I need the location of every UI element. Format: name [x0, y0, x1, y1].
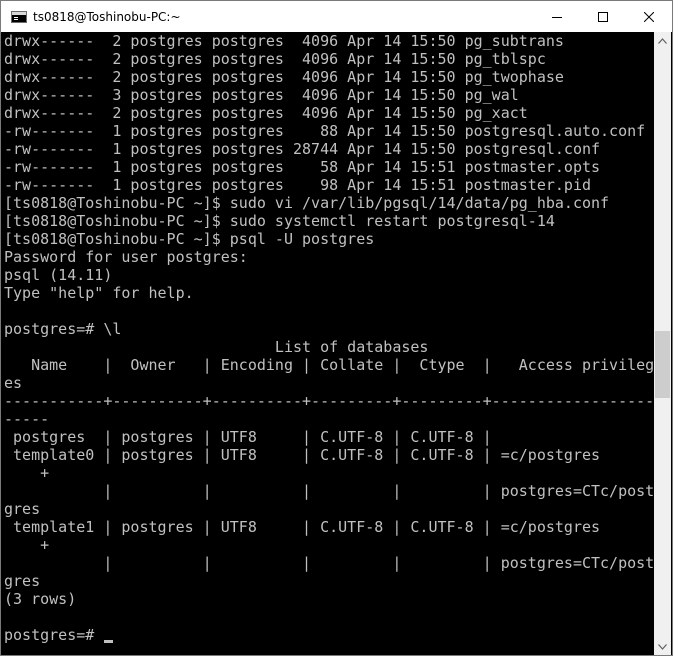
- terminal-line: psql (14.11): [4, 266, 113, 284]
- terminal-line: template1 | postgres | UTF8 | C.UTF-8 | …: [4, 518, 601, 536]
- terminal-line: drwx------ 2 postgres postgres 4096 Apr …: [4, 68, 564, 86]
- minimize-icon: [552, 16, 562, 18]
- terminal-line: | | | | | postgres=CTc/post: [4, 554, 655, 572]
- terminal-line: Name | Owner | Encoding | Collate | Ctyp…: [4, 356, 655, 374]
- maximize-icon: [598, 11, 608, 22]
- terminal-text: drwx------ 2 postgres postgres 4096 Apr …: [1, 32, 655, 644]
- terminal-window: ts0818@Toshinobu-PC:~ drwx------ 2 postg…: [0, 0, 673, 656]
- terminal-line: gres: [4, 500, 41, 518]
- window-title: ts0818@Toshinobu-PC:~: [33, 9, 181, 24]
- terminal-line: Password for user postgres:: [4, 248, 248, 266]
- title-bar[interactable]: ts0818@Toshinobu-PC:~: [1, 1, 672, 32]
- terminal-line: +: [4, 464, 50, 482]
- terminal-line: | | | | | postgres=CTc/post: [4, 482, 655, 500]
- terminal-line: -rw------- 1 postgres postgres 28744 Apr…: [4, 140, 601, 158]
- terminal-line: -rw------- 1 postgres postgres 88 Apr 14…: [4, 122, 646, 140]
- terminal-line: (3 rows): [4, 590, 77, 608]
- scroll-down-button[interactable]: [654, 638, 671, 655]
- scroll-up-arrow-icon: [658, 37, 667, 44]
- scroll-thumb[interactable]: [655, 330, 670, 398]
- terminal-line: gres: [4, 572, 41, 590]
- vertical-scrollbar[interactable]: [654, 32, 671, 655]
- terminal-line: postgres=# \l: [4, 320, 122, 338]
- terminal-line: drwx------ 2 postgres postgres 4096 Apr …: [4, 104, 528, 122]
- terminal-line: Type "help" for help.: [4, 284, 194, 302]
- terminal-line: drwx------ 2 postgres postgres 4096 Apr …: [4, 50, 546, 68]
- close-button[interactable]: [626, 1, 672, 32]
- console-icon: [11, 10, 27, 23]
- scroll-down-arrow-icon: [658, 643, 667, 650]
- maximize-button[interactable]: [580, 1, 626, 32]
- terminal-line: es: [4, 374, 23, 392]
- minimize-button[interactable]: [534, 1, 580, 32]
- terminal-line: -rw------- 1 postgres postgres 98 Apr 14…: [4, 176, 591, 194]
- close-icon: [644, 11, 654, 22]
- terminal-output[interactable]: drwx------ 2 postgres postgres 4096 Apr …: [1, 32, 655, 655]
- terminal-line: template0 | postgres | UTF8 | C.UTF-8 | …: [4, 446, 601, 464]
- terminal-line: -rw------- 1 postgres postgres 58 Apr 14…: [4, 158, 601, 176]
- text-cursor: [104, 640, 114, 643]
- terminal-line: List of databases: [4, 338, 429, 356]
- terminal-line: -----------+----------+----------+------…: [4, 392, 655, 410]
- terminal-line: +: [4, 536, 50, 554]
- terminal-line: postgres | postgres | UTF8 | C.UTF-8 | C…: [4, 428, 492, 446]
- terminal-line: drwx------ 2 postgres postgres 4096 Apr …: [4, 32, 564, 50]
- scroll-up-button[interactable]: [654, 32, 671, 49]
- terminal-line: postgres=#: [4, 626, 655, 644]
- terminal-line: [ts0818@Toshinobu-PC ~]$ psql -U postgre…: [4, 230, 375, 248]
- terminal-line: drwx------ 3 postgres postgres 4096 Apr …: [4, 86, 519, 104]
- terminal-line: [ts0818@Toshinobu-PC ~]$ sudo vi /var/li…: [4, 194, 610, 212]
- terminal-line: -----: [4, 410, 50, 428]
- terminal-line: [ts0818@Toshinobu-PC ~]$ sudo systemctl …: [4, 212, 555, 230]
